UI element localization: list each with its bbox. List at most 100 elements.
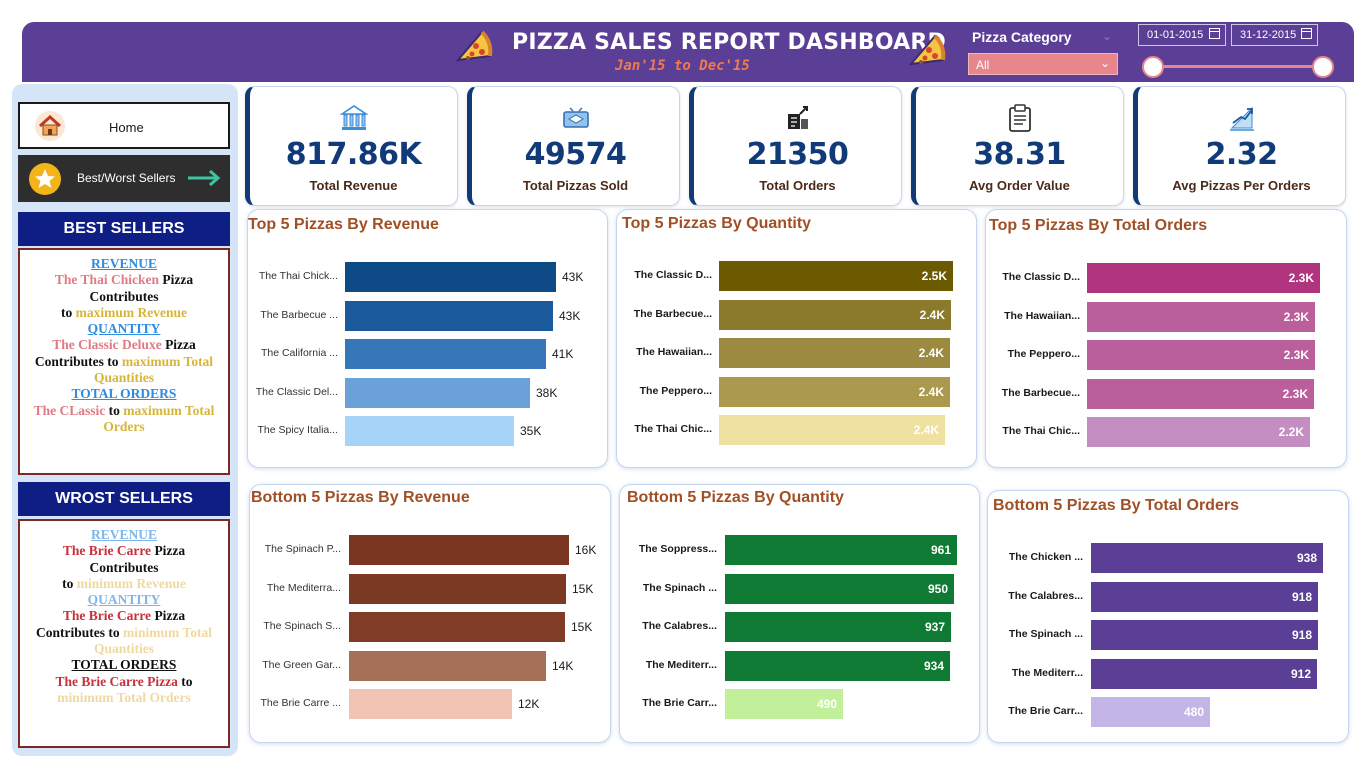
best-revenue-pizza: The Thai Chicken [54, 272, 159, 288]
home-button[interactable]: Home [18, 102, 230, 149]
bar-category-label: The Green Gar... [262, 659, 341, 671]
worst-revenue-to: to [62, 575, 74, 591]
bar-category-label: The Spinach ... [642, 582, 717, 594]
kpi-card-avg-pizzas-per-order: 2.32 Avg Pizzas Per Orders [1133, 86, 1346, 206]
bar-category-label: The California ... [260, 347, 338, 359]
best-orders-max: maximum Total [123, 402, 215, 418]
start-date-value: 01-01-2015 [1147, 29, 1204, 41]
bar-category-label: The Barbecue... [1001, 387, 1080, 399]
worst-orders-heading: TOTAL ORDERS [71, 657, 177, 673]
worst-sellers-heading: WROST SELLERS [18, 482, 230, 516]
category-filter-value: All [976, 58, 990, 72]
best-revenue-heading: REVENUE [90, 256, 157, 271]
kpi-value: 21350 [746, 137, 849, 172]
star-icon [29, 163, 61, 195]
chart-title: Top 5 Pizzas By Quantity [622, 215, 812, 232]
bar-value-label: 43K [562, 270, 584, 284]
start-date-input[interactable]: 01-01-2015 [1138, 24, 1226, 46]
worst-revenue-pizza-word: Pizza [154, 543, 186, 559]
bar-value-label: 934 [923, 659, 944, 673]
chart-bar[interactable] [349, 535, 569, 565]
pizza-box-icon [562, 107, 589, 128]
bar-category-label: The Brie Carre ... [260, 697, 341, 709]
chart-bar[interactable] [345, 339, 546, 369]
bar-value-label: 16K [575, 543, 597, 557]
bar-category-label: The Mediterr... [645, 659, 717, 671]
bar-value-label: 938 [1296, 551, 1317, 565]
bar-value-label: 2.3K [1288, 271, 1314, 285]
kpi-label: Total Orders [759, 178, 836, 193]
kpi-value: 817.86K [285, 137, 422, 172]
bar-category-label: The Thai Chic... [1002, 425, 1080, 437]
clipboard-icon [1008, 104, 1031, 132]
best-quantity-heading: QUANTITY [87, 321, 161, 337]
bar-category-label: The Barbecue ... [260, 309, 338, 321]
page-subtitle: Jan'15 to Dec'15 [615, 58, 750, 74]
bar-category-label: The Thai Chic... [634, 423, 712, 435]
worst-quantity-quantities: Quantities [93, 641, 154, 657]
home-icon [35, 111, 65, 141]
bar-category-label: The Hawaiian... [1004, 310, 1080, 322]
bar-value-label: 38K [536, 386, 558, 400]
chart-bar[interactable] [345, 301, 553, 331]
best-worst-sellers-button[interactable]: Best/Worst Sellers [18, 155, 230, 202]
calendar-icon [1301, 28, 1312, 39]
best-revenue-to: to [61, 304, 73, 320]
worst-revenue-contributes: Contributes [89, 559, 159, 575]
chart-bar[interactable] [349, 612, 565, 642]
end-date-value: 31-12-2015 [1240, 29, 1297, 41]
date-range-slider[interactable] [1153, 65, 1323, 68]
bar-category-label: The Spinach S... [263, 620, 341, 632]
chart-bar[interactable] [349, 651, 546, 681]
worst-quantity-contributes: Contributes to [36, 624, 120, 640]
home-label: Home [109, 120, 144, 135]
date-slider-start-handle[interactable] [1142, 56, 1164, 78]
chevron-down-icon: ⌄ [1102, 29, 1113, 43]
bar-category-label: The Thai Chick... [258, 270, 338, 282]
bar-value-label: 35K [520, 424, 542, 438]
kpi-label: Avg Pizzas Per Orders [1172, 178, 1311, 193]
bar-value-label: 918 [1291, 628, 1312, 642]
chart-title: Bottom 5 Pizzas By Total Orders [993, 497, 1239, 514]
bar-category-label: The Barbecue... [633, 308, 712, 320]
best-quantity-pizza-word: Pizza [165, 337, 196, 353]
best-worst-sellers-label: Best/Worst Sellers [77, 171, 176, 185]
kpi-value: 2.32 [1205, 137, 1278, 172]
end-date-input[interactable]: 31-12-2015 [1231, 24, 1318, 46]
chart-bar[interactable] [349, 574, 566, 604]
chart-bar[interactable] [345, 378, 530, 408]
orders-icon [787, 106, 808, 129]
worst-orders-pizza: The Brie Carre Pizza [55, 673, 178, 689]
category-filter-select[interactable]: All ⌄ [968, 53, 1118, 75]
bar-category-label: The Spinach ... [1008, 628, 1083, 640]
bar-category-label: The Brie Carr... [1008, 705, 1083, 717]
date-slider-end-handle[interactable] [1312, 56, 1334, 78]
bar-value-label: 15K [571, 620, 593, 634]
bar-category-label: The Soppress... [638, 543, 717, 555]
chevron-down-icon: ⌄ [1099, 56, 1110, 70]
best-orders-to: to [108, 402, 120, 418]
chart-bar[interactable] [345, 262, 556, 292]
worst-orders-min: minimum Total Orders [57, 689, 191, 705]
pizza-slice-icon [455, 30, 493, 62]
bar-category-label: The Calabres... [1008, 590, 1083, 602]
chart-bar[interactable] [349, 689, 512, 719]
dashboard: PIZZA SALES REPORT DASHBOARD Jan'15 to D… [0, 0, 1371, 772]
best-revenue-contributes: Contributes [89, 288, 159, 304]
worst-quantity-pizza: The Brie Carre [62, 608, 152, 624]
chart-bar[interactable] [345, 416, 514, 446]
bar-value-label: 480 [1183, 705, 1204, 719]
growth-chart-icon [1229, 106, 1254, 131]
best-quantity-pizza: The Classic Deluxe [52, 337, 162, 353]
bar-category-label: The Chicken ... [1008, 551, 1083, 563]
bar-category-label: The Hawaiian... [636, 346, 712, 358]
best-quantity-quantities: Quantities [93, 370, 154, 386]
bar-category-label: The Mediterr... [1011, 667, 1083, 679]
bar-value-label: 2.4K [918, 385, 944, 399]
best-quantity-max: maximum Total [121, 353, 214, 369]
bar-category-label: The Peppero... [639, 385, 712, 397]
best-quantity-contributes: Contributes to [34, 353, 119, 369]
worst-quantity-min: minimum Total [123, 624, 212, 640]
bar-value-label: 950 [927, 582, 948, 596]
worst-revenue-min: minimum Revenue [76, 575, 186, 591]
